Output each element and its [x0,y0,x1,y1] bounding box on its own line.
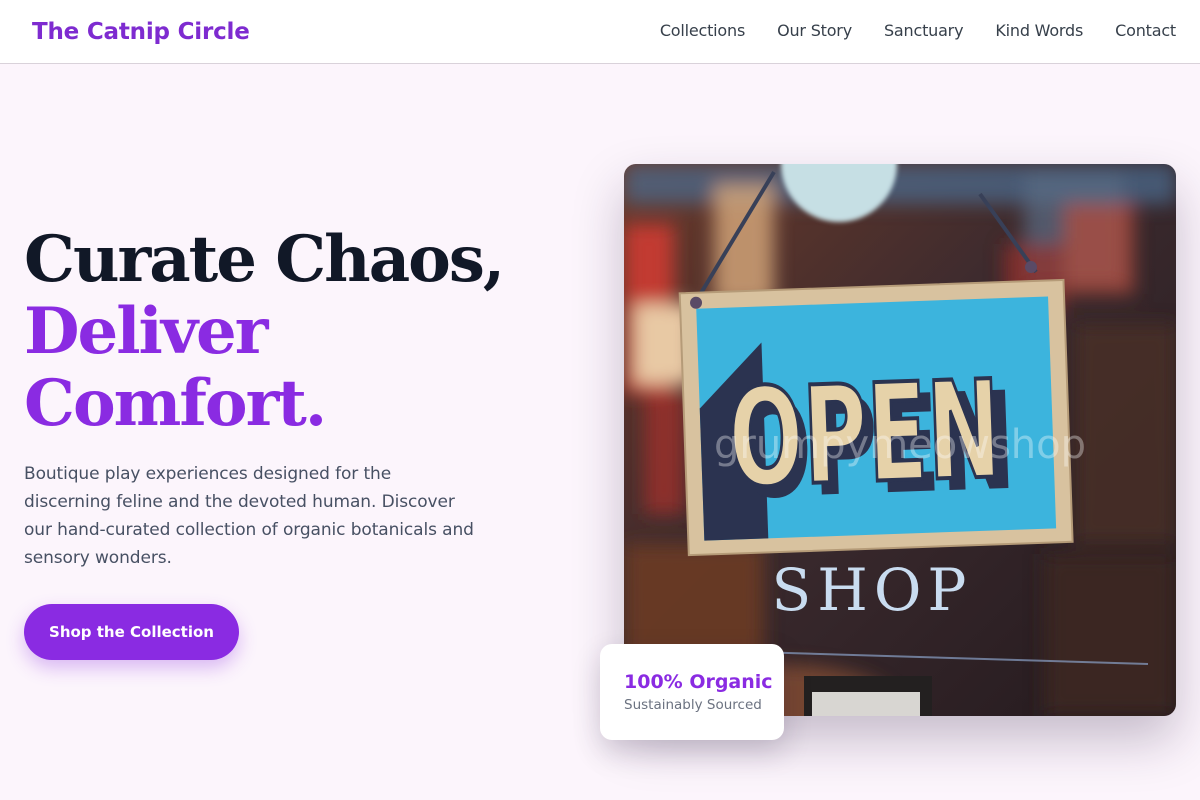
hero-title-line-2: Deliver [24,294,268,369]
hero-title-line-3: Comfort. [24,366,327,441]
window-shop-text: SHOP [772,556,973,624]
organic-badge: 100% Organic Sustainably Sourced [600,644,784,740]
main-nav: Collections Our Story Sanctuary Kind Wor… [660,20,1176,42]
hero-title-line-1: Curate Chaos, [24,222,505,297]
hero-title: Curate Chaos, Deliver Comfort. [24,224,584,440]
hero-description: Boutique play experiences designed for t… [24,464,474,568]
nav-link-kind-words[interactable]: Kind Words [995,20,1083,42]
nav-link-sanctuary[interactable]: Sanctuary [884,20,964,42]
shop-collection-button[interactable]: Shop the Collection [24,604,239,660]
navbar: The Catnip Circle Collections Our Story … [0,0,1200,64]
image-watermark: grumpymeowshop [714,422,1086,468]
nav-link-our-story[interactable]: Our Story [777,20,852,42]
badge-subtitle: Sustainably Sourced [624,697,762,713]
nav-link-contact[interactable]: Contact [1115,20,1176,42]
nav-link-collections[interactable]: Collections [660,20,745,42]
hero-image: OPEN OPEN SHOP grumpymeowshop [624,164,1176,716]
badge-title: 100% Organic [624,671,773,693]
brand-logo[interactable]: The Catnip Circle [32,16,250,48]
